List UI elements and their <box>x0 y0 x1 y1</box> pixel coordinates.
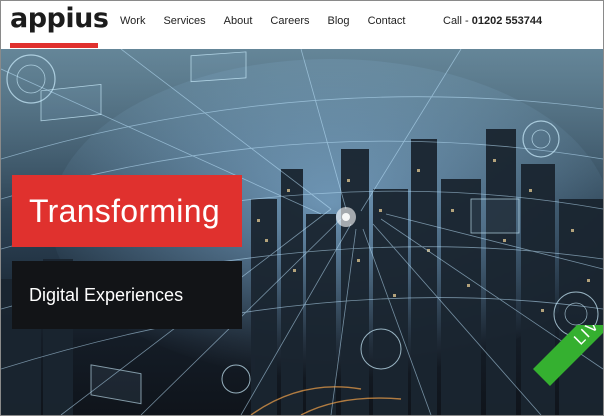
site-header: appius Work Services About Careers Blog … <box>1 1 603 49</box>
live-ribbon: LIVE <box>533 325 603 386</box>
nav-services[interactable]: Services <box>163 15 205 27</box>
phone-prefix: Call - <box>443 15 472 27</box>
hero-headline: Transforming <box>29 192 220 229</box>
nav-about[interactable]: About <box>224 15 253 27</box>
subheadline-box: Digital Experiences <box>12 261 242 329</box>
main-nav: Work Services About Careers Blog Contact <box>120 15 423 27</box>
logo-underline <box>10 43 98 48</box>
page-frame: appius Work Services About Careers Blog … <box>0 0 604 416</box>
live-badge: LIVE <box>513 325 603 415</box>
nav-work[interactable]: Work <box>120 15 145 27</box>
appius-logo[interactable]: appius <box>10 3 109 34</box>
phone-contact[interactable]: Call - 01202 553744 <box>443 15 542 27</box>
hero-subheadline: Digital Experiences <box>29 284 184 305</box>
headline-box: Transforming <box>12 175 242 247</box>
phone-number[interactable]: 01202 553744 <box>472 15 542 27</box>
nav-careers[interactable]: Careers <box>270 15 309 27</box>
nav-contact[interactable]: Contact <box>368 15 406 27</box>
live-label: LIVE <box>570 325 603 349</box>
nav-blog[interactable]: Blog <box>328 15 350 27</box>
